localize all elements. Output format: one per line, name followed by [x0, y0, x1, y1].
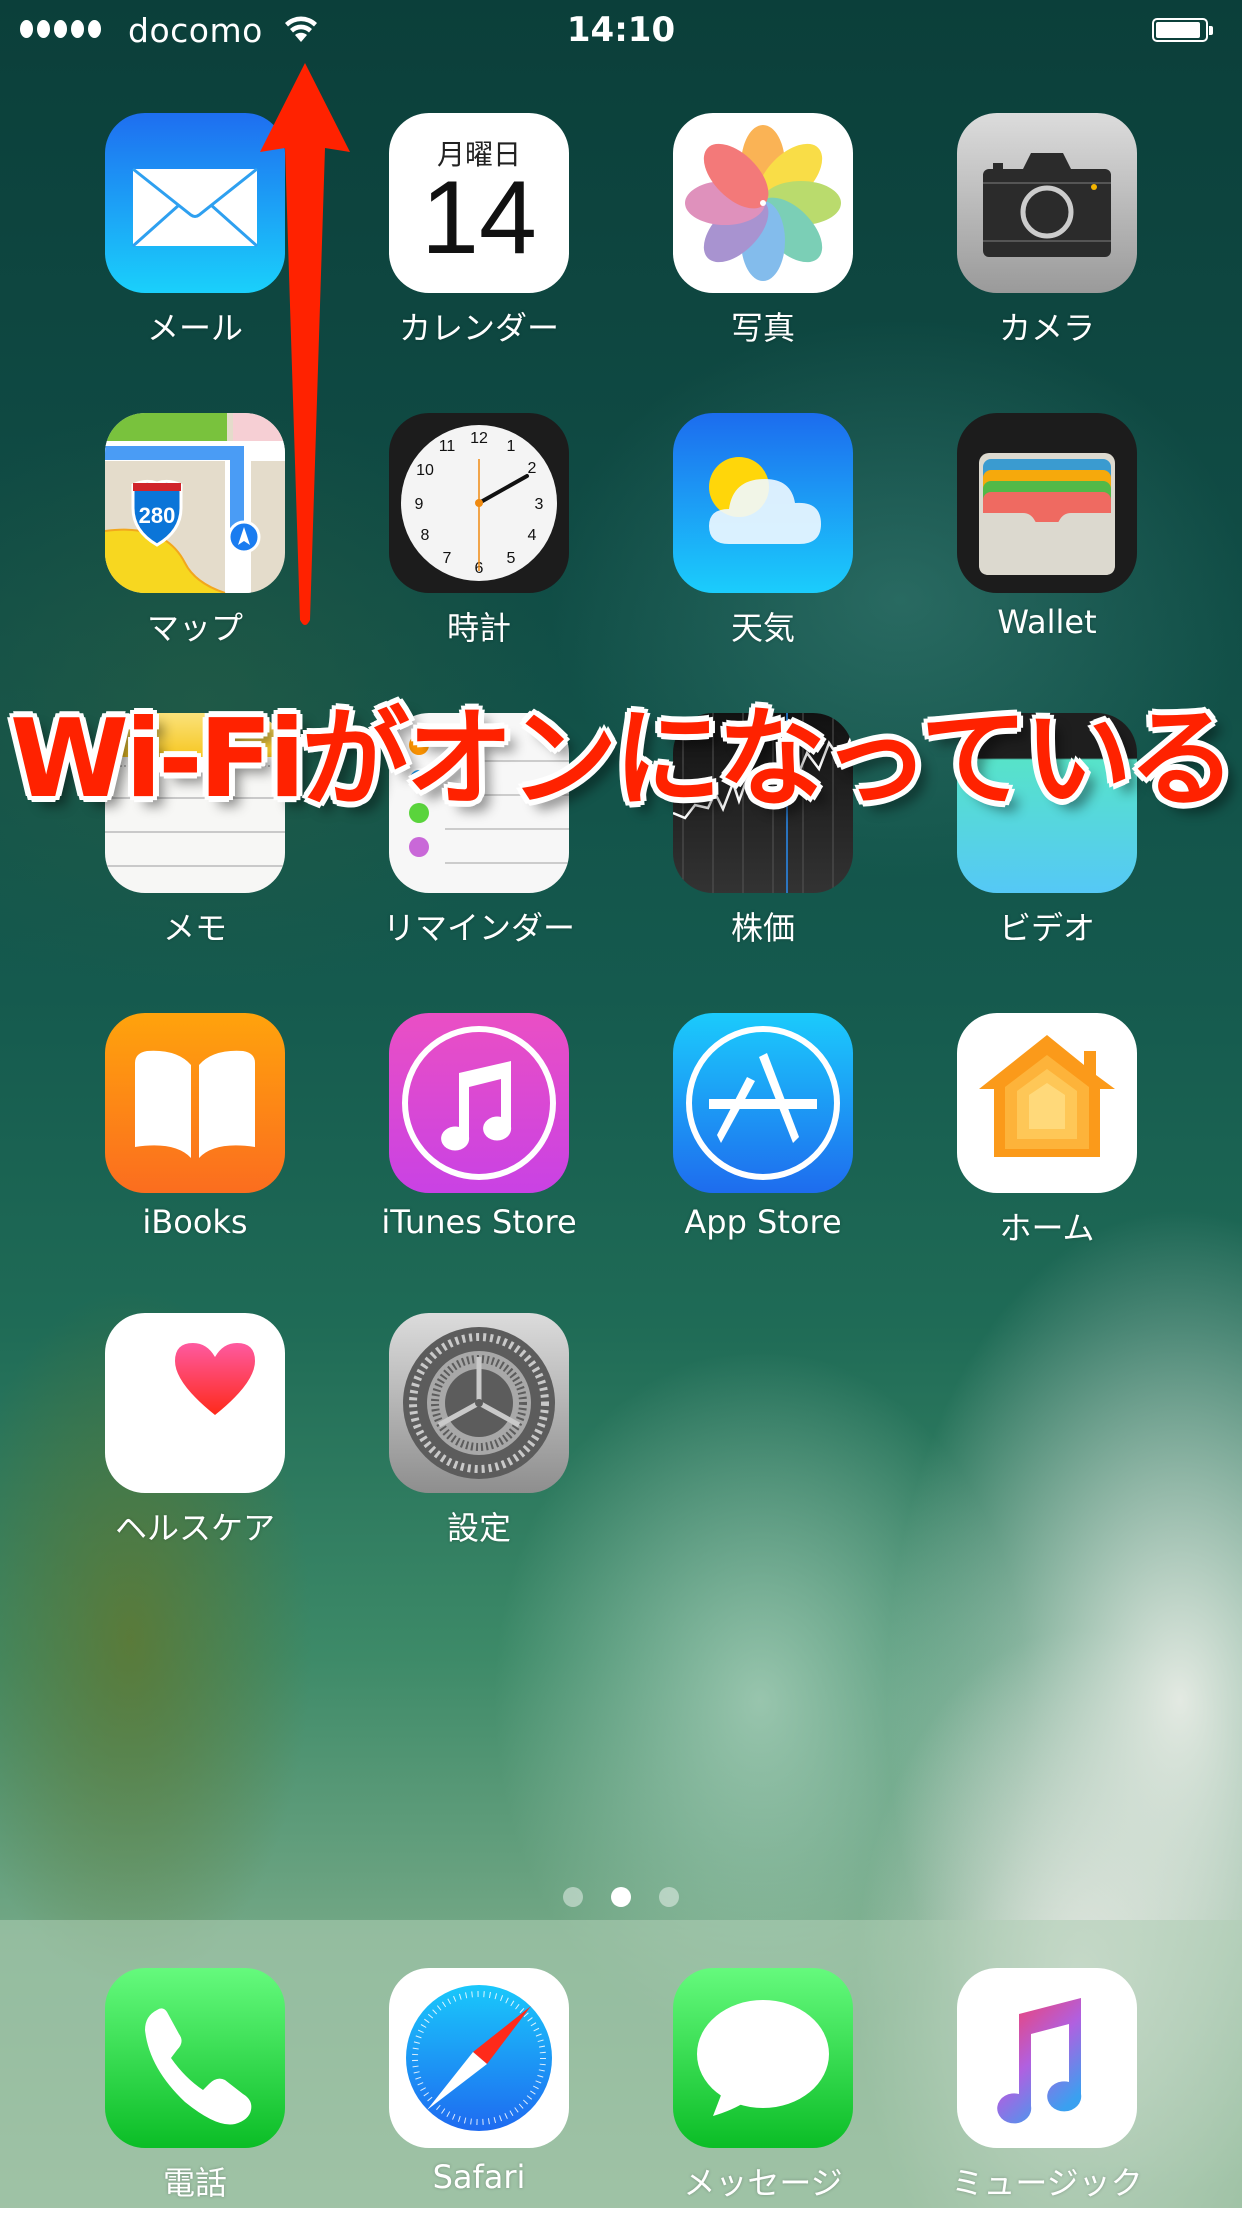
clock-numeral: 2	[528, 460, 537, 477]
messages-icon	[673, 1968, 853, 2148]
app-mail[interactable]: メール	[65, 113, 325, 363]
app-health[interactable]: ヘルスケア	[65, 1313, 325, 1563]
app-maps[interactable]: 280 マップ	[65, 413, 325, 663]
dock-app-safari[interactable]: Safari	[349, 1968, 609, 2218]
app-wallet[interactable]: Wallet	[917, 413, 1177, 663]
page-dot[interactable]	[563, 1887, 583, 1907]
app-label: iTunes Store	[381, 1203, 577, 1241]
clock-numeral: 11	[439, 438, 456, 455]
calendar-icon: 月曜日 14	[389, 113, 569, 293]
clock-numeral: 4	[528, 527, 537, 544]
clock-time: 14:10	[566, 10, 676, 50]
page-dot-active[interactable]	[611, 1887, 631, 1907]
safari-icon	[389, 1968, 569, 2148]
clock-numeral: 8	[421, 527, 430, 544]
app-label: iBooks	[142, 1203, 248, 1241]
app-label: 電話	[162, 2164, 227, 2202]
app-home[interactable]: ホーム	[917, 1013, 1177, 1263]
app-label: 天気	[730, 609, 795, 647]
app-label: ヘルスケア	[114, 1509, 275, 1547]
maps-shield-number: 280	[139, 503, 176, 528]
ibooks-icon	[105, 1013, 285, 1193]
app-label: App Store	[684, 1203, 842, 1241]
dock-app-music[interactable]: ミュージック	[917, 1968, 1177, 2218]
settings-icon	[389, 1313, 569, 1493]
battery-icon	[1152, 18, 1213, 42]
app-label: メール	[146, 309, 243, 347]
clock-numeral: 7	[443, 550, 452, 567]
clock-numeral: 3	[535, 496, 544, 513]
home-icon	[957, 1013, 1137, 1193]
weather-icon	[673, 413, 853, 593]
mail-icon	[105, 113, 285, 293]
calendar-day: 14	[421, 160, 537, 276]
app-calendar[interactable]: 月曜日 14 カレンダー	[349, 113, 609, 363]
app-label: カメラ	[998, 309, 1095, 347]
app-label: Safari	[432, 2158, 526, 2196]
app-label: カレンダー	[398, 309, 559, 347]
app-label: 写真	[730, 309, 795, 347]
itunes-store-icon	[389, 1013, 569, 1193]
photos-icon	[673, 113, 853, 293]
clock-numeral: 10	[416, 462, 434, 479]
page-dot[interactable]	[659, 1887, 679, 1907]
app-label: 時計	[446, 609, 511, 647]
app-label: ホーム	[999, 1209, 1095, 1247]
clock-numeral: 12	[470, 430, 488, 447]
annotation-caption: Wi-Fiがオンになっている	[9, 697, 1236, 822]
camera-icon	[957, 113, 1137, 293]
clock-numeral: 5	[507, 550, 516, 567]
app-photos[interactable]: 写真	[633, 113, 893, 363]
app-label: リマインダー	[382, 909, 575, 947]
app-label: 設定	[446, 1509, 511, 1547]
app-store-icon	[673, 1013, 853, 1193]
wallet-icon	[957, 413, 1137, 593]
maps-icon: 280	[105, 413, 285, 593]
app-itunes-store[interactable]: iTunes Store	[349, 1013, 609, 1263]
phone-icon	[105, 1968, 285, 2148]
app-label: メモ	[162, 909, 227, 947]
app-label: ビデオ	[998, 909, 1095, 947]
app-label: 株価	[730, 909, 795, 947]
app-label: ミュージック	[951, 2164, 1143, 2202]
status-bar: docomo 14:10	[0, 0, 1242, 60]
music-icon	[957, 1968, 1137, 2148]
health-icon	[105, 1313, 285, 1493]
dock-app-phone[interactable]: 電話	[65, 1968, 325, 2218]
app-app-store[interactable]: App Store	[633, 1013, 893, 1263]
app-label: Wallet	[997, 603, 1097, 641]
app-ibooks[interactable]: iBooks	[65, 1013, 325, 1263]
app-camera[interactable]: カメラ	[917, 113, 1177, 363]
app-clock[interactable]: 12 1 2 3 4 5 6 7 8 9 10 11 時計	[349, 413, 609, 663]
app-weather[interactable]: 天気	[633, 413, 893, 663]
clock-numeral: 9	[415, 496, 424, 513]
clock-icon: 12 1 2 3 4 5 6 7 8 9 10 11	[389, 413, 569, 593]
page-indicator[interactable]	[0, 1887, 1242, 1907]
app-label: メッセージ	[683, 2164, 843, 2202]
dock-app-messages[interactable]: メッセージ	[633, 1968, 893, 2218]
app-settings[interactable]: 設定	[349, 1313, 609, 1563]
app-label: マップ	[146, 609, 243, 647]
clock-numeral: 1	[507, 438, 516, 455]
